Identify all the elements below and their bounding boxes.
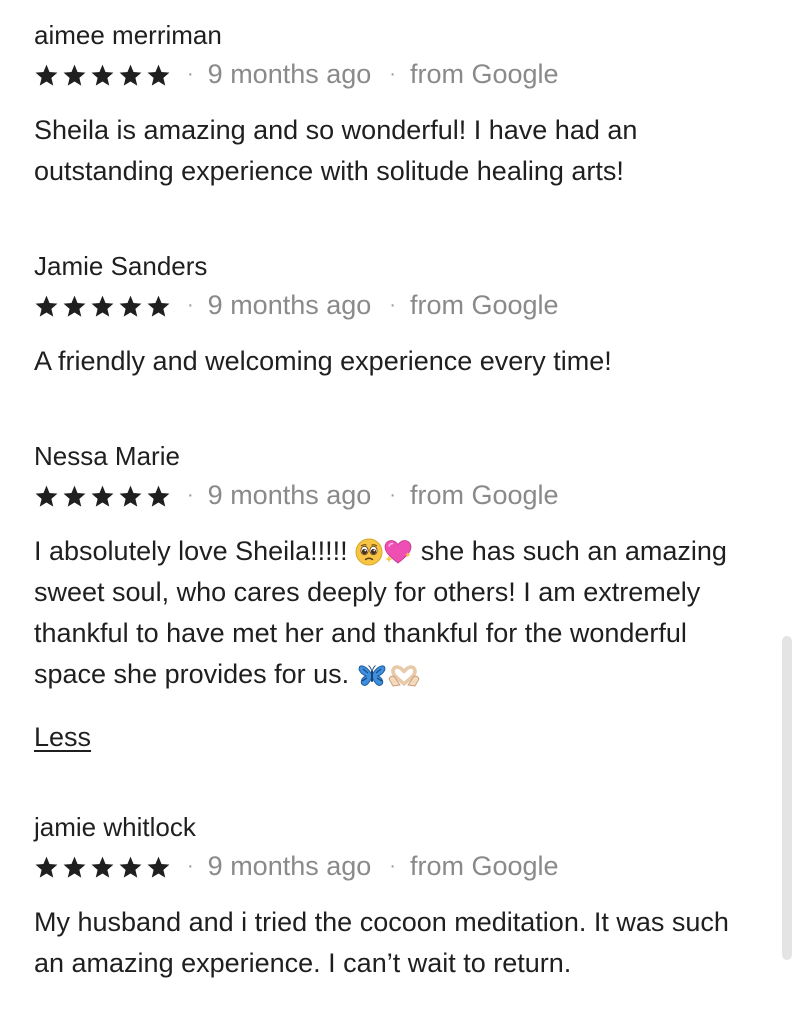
star-icon — [147, 485, 170, 507]
star-icon — [91, 856, 114, 878]
review-age: 9 months ago — [207, 479, 372, 510]
separator-dot: · — [187, 483, 194, 506]
review-text-part: I absolutely love Sheila!!!!! — [34, 536, 348, 566]
star-icon — [119, 295, 142, 317]
review-card: Jamie Sanders · 9 months ago · from Goog… — [34, 249, 764, 382]
review-text: A friendly and welcoming experience ever… — [34, 346, 612, 376]
star-icon — [91, 295, 114, 317]
star-icon — [119, 485, 142, 507]
review-text: I absolutely love Sheila!!!!! she has su… — [34, 531, 764, 695]
star-icon — [63, 485, 86, 507]
review-meta: · 9 months ago · from Google — [34, 283, 764, 327]
separator-dot: · — [389, 293, 396, 316]
review-text: My husband and i tried the cocoon medita… — [34, 907, 729, 978]
star-icon — [119, 856, 142, 878]
separator-dot: · — [187, 293, 194, 316]
star-icon — [91, 64, 114, 86]
pleading-face-icon — [355, 538, 383, 566]
review-age: 9 months ago — [207, 58, 372, 89]
butterfly-icon — [357, 663, 387, 689]
review-card: Nessa Marie · 9 months ago · from Google… — [34, 439, 764, 695]
star-icon — [35, 64, 58, 86]
star-rating — [34, 484, 171, 508]
separator-dot: · — [187, 854, 194, 877]
separator-dot: · — [389, 62, 396, 85]
separator-dot: · — [389, 854, 396, 877]
reviewer-name: jamie whitlock — [34, 812, 196, 842]
star-icon — [63, 856, 86, 878]
review-source: from Google — [409, 58, 559, 89]
star-icon — [35, 295, 58, 317]
reviewer-name: aimee merriman — [34, 20, 222, 50]
star-icon — [35, 856, 58, 878]
reviewer-name: Jamie Sanders — [34, 251, 208, 281]
star-rating — [34, 855, 171, 879]
star-icon — [91, 485, 114, 507]
star-icon — [119, 64, 142, 86]
review-meta: · 9 months ago · from Google — [34, 52, 764, 96]
star-icon — [63, 295, 86, 317]
review-meta: · 9 months ago · from Google — [34, 844, 764, 888]
separator-dot: · — [389, 483, 396, 506]
reviewer-name: Nessa Marie — [34, 441, 180, 471]
star-icon — [147, 856, 170, 878]
scrollbar[interactable] — [782, 636, 792, 960]
star-icon — [147, 64, 170, 86]
star-rating — [34, 63, 171, 87]
review-source: from Google — [409, 850, 559, 881]
heart-hands-icon — [387, 663, 421, 689]
review-card: jamie whitlock · 9 months ago · from Goo… — [34, 810, 764, 984]
review-source: from Google — [409, 479, 559, 510]
star-icon — [35, 485, 58, 507]
less-toggle-link[interactable]: Less — [34, 720, 91, 754]
separator-dot: · — [187, 62, 194, 85]
heart-with-sparkles-icon — [383, 538, 413, 566]
review-text: Sheila is amazing and so wonderful! I ha… — [34, 115, 638, 186]
star-rating — [34, 294, 171, 318]
review-age: 9 months ago — [207, 289, 372, 320]
review-source: from Google — [409, 289, 559, 320]
review-card: aimee merriman · 9 months ago · from Goo… — [34, 18, 764, 192]
review-meta: · 9 months ago · from Google — [34, 473, 764, 517]
review-age: 9 months ago — [207, 850, 372, 881]
star-icon — [63, 64, 86, 86]
star-icon — [147, 295, 170, 317]
